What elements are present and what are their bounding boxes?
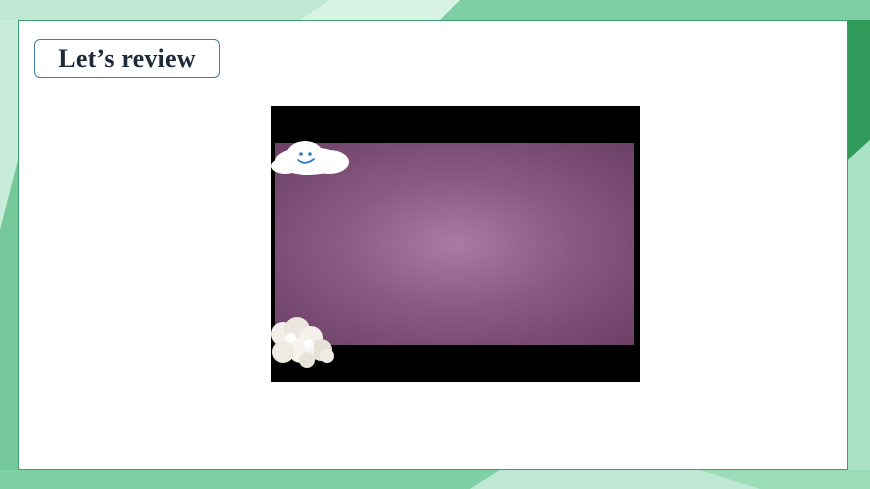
- slide-title: Let’s review: [58, 43, 196, 73]
- video-player[interactable]: [271, 106, 640, 382]
- title-box: Let’s review: [34, 39, 220, 78]
- cotton-cloud-icon: [271, 317, 334, 368]
